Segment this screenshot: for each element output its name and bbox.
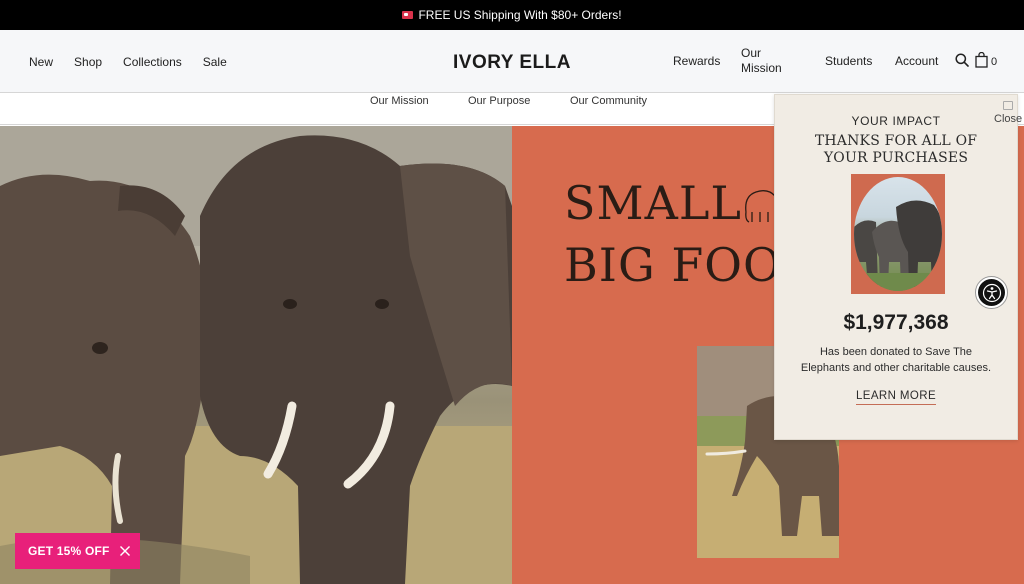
impact-elephants-image (854, 177, 942, 291)
broken-image-icon (1003, 101, 1014, 110)
subnav-our-community[interactable]: Our Community (570, 95, 647, 107)
elephants-image (0, 126, 512, 584)
learn-more-wrapper: LEARN MORE (775, 390, 1017, 405)
donation-description-line2: Elephants and other charitable causes. (800, 362, 992, 374)
nav-new[interactable]: New (29, 55, 53, 69)
impact-elephants-drawing (854, 200, 942, 291)
donation-amount: $1,977,368 (843, 311, 949, 334)
site-logo[interactable]: IVORY ELLA (453, 52, 571, 73)
impact-eyebrow: YOUR IMPACT (851, 114, 941, 128)
donation-description: Has been donated to Save The Elephants a… (775, 344, 1017, 376)
impact-popup: Close YOUR IMPACT THANKS FOR ALL OF YOUR… (774, 94, 1022, 440)
nav-rewards[interactable]: Rewards (673, 54, 720, 68)
close-icon[interactable] (119, 545, 131, 557)
impact-thanks-line1: THANKS FOR ALL OF (814, 133, 978, 149)
nav-account[interactable]: Account (895, 54, 938, 68)
impact-thanks: THANKS FOR ALL OF YOUR PURCHASES (775, 133, 1017, 167)
subnav-our-mission[interactable]: Our Mission (370, 95, 429, 107)
nav-shop[interactable]: Shop (74, 55, 102, 69)
announcement-bar[interactable]: FREE US Shipping With $80+ Orders! (0, 0, 1024, 30)
announcement-text: FREE US Shipping With $80+ Orders! (418, 8, 622, 22)
impact-image-frame (851, 174, 945, 294)
accessibility-button[interactable] (975, 276, 1008, 309)
nav-collections[interactable]: Collections (123, 55, 182, 69)
discount-banner[interactable]: GET 15% OFF (15, 533, 140, 569)
heart-flag-icon (402, 11, 414, 19)
main-nav-left: New Shop Collections Sale (29, 30, 248, 93)
nav-students[interactable]: Students (825, 54, 872, 68)
donation-description-line1: Has been donated to Save The (819, 346, 973, 358)
subnav-our-purpose[interactable]: Our Purpose (468, 95, 530, 107)
search-icon[interactable] (955, 53, 969, 67)
hero-elephant-photo (0, 126, 512, 584)
accessibility-icon-wrapper (978, 279, 1005, 306)
hero-headline-line1: SMALL (564, 176, 742, 230)
shopping-bag-icon[interactable] (975, 52, 988, 68)
discount-label: GET 15% OFF (28, 544, 110, 558)
learn-more-link[interactable]: LEARN MORE (855, 390, 937, 405)
nav-our-mission[interactable]: Our Mission (741, 46, 789, 76)
page: FREE US Shipping With $80+ Orders! New S… (0, 0, 1024, 584)
accessibility-icon (982, 283, 1001, 302)
cart-count: 0 (991, 56, 998, 68)
impact-thanks-line2: YOUR PURCHASES (823, 150, 969, 166)
nav-sale[interactable]: Sale (203, 55, 227, 69)
